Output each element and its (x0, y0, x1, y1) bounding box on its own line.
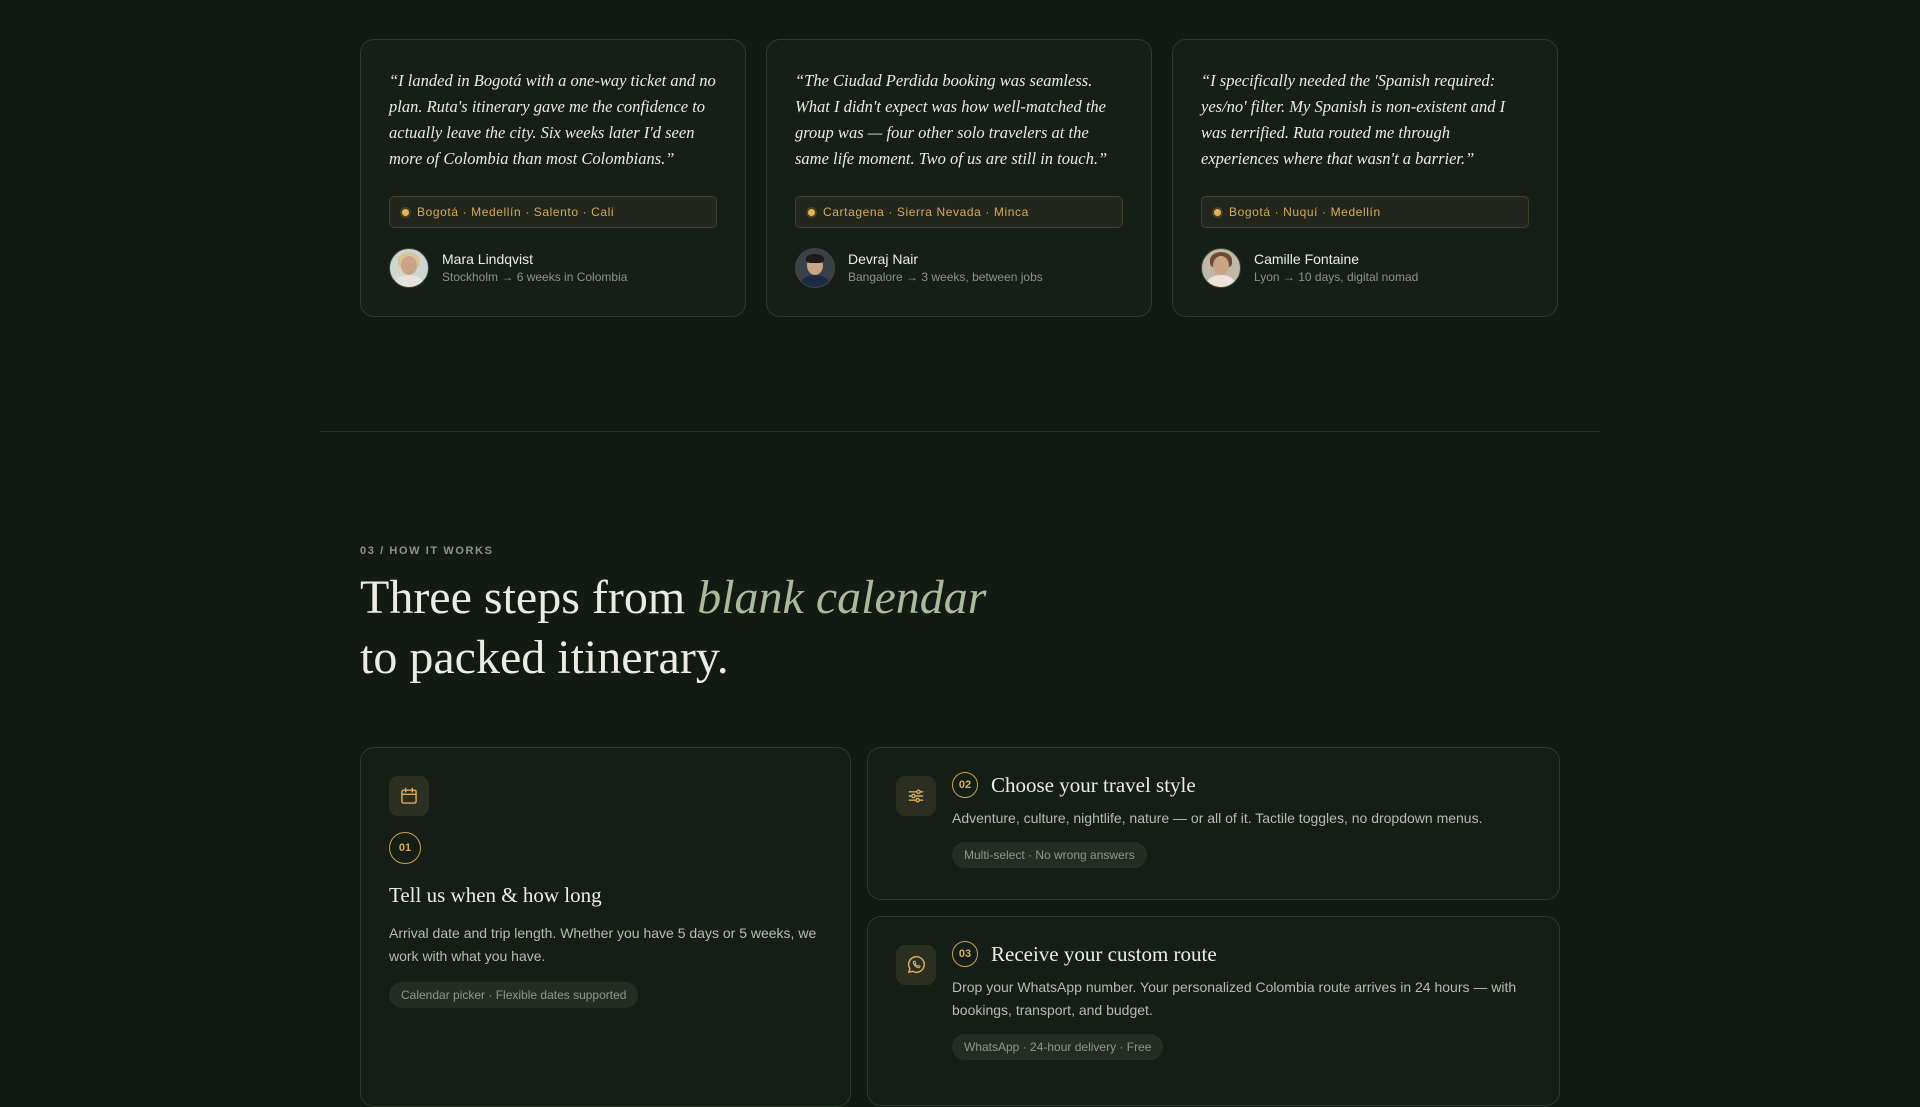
testimonial-quote: “I specifically needed the 'Spanish requ… (1201, 71, 1506, 168)
route-tag: Bogotá · Nuquí · Medellín (1201, 196, 1529, 228)
testimonial-quote: “The Ciudad Perdida booking was seamless… (795, 71, 1108, 168)
author-name: Devraj Nair (848, 251, 919, 267)
sliders-icon (896, 776, 936, 816)
section-divider (320, 431, 1600, 432)
headline-part: Three steps from (360, 571, 698, 624)
step-description: Adventure, culture, nightlife, nature — … (952, 810, 1483, 826)
route-dot-icon (402, 208, 409, 216)
testimonial-card: “I specifically needed the 'Spanish requ… (1172, 39, 1558, 317)
route-tag: Cartagena · Sierra Nevada · Minca (795, 196, 1123, 228)
step-card-2: 02 Choose your travel style Adventure, c… (867, 747, 1560, 900)
step-number: 02 (952, 772, 978, 798)
step-card-1: 01 Tell us when & how long Arrival date … (360, 747, 851, 1107)
step-description: Drop your WhatsApp number. Your personal… (952, 979, 1517, 1018)
whatsapp-icon (896, 945, 936, 985)
testimonial-card: “I landed in Bogotá with a one-way ticke… (360, 39, 746, 317)
testimonial-author: Devraj Nair Bangalore → 3 weeks, between… (795, 248, 1123, 288)
testimonial-author: Mara Lindqvist Stockholm → 6 weeks in Co… (389, 248, 717, 288)
avatar (1201, 248, 1241, 288)
step-number: 01 (389, 832, 421, 864)
route-text: Bogotá · Medellín · Salento · Cali (417, 205, 615, 219)
step-title: Receive your custom route (991, 941, 1217, 966)
testimonial-author: Camille Fontaine Lyon → 10 days, digital… (1201, 248, 1529, 288)
author-name: Mara Lindqvist (442, 251, 534, 267)
step-tag: Multi-select · No wrong answers (952, 842, 1147, 868)
route-text: Bogotá · Nuquí · Medellín (1229, 205, 1381, 219)
headline-emphasis: blank calendar (697, 571, 987, 624)
testimonials-row: “I landed in Bogotá with a one-way ticke… (360, 39, 1560, 317)
step-description: Arrival date and trip length. Whether yo… (389, 925, 817, 964)
step-number: 03 (952, 941, 978, 967)
author-name: Camille Fontaine (1254, 251, 1360, 267)
step-tag: Calendar picker · Flexible dates support… (389, 982, 639, 1008)
route-text: Cartagena · Sierra Nevada · Minca (823, 205, 1029, 219)
headline-part: to packed itinerary. (360, 631, 729, 684)
route-tag: Bogotá · Medellín · Salento · Cali (389, 196, 717, 228)
testimonial-quote: “I landed in Bogotá with a one-way ticke… (389, 71, 716, 168)
route-dot-icon (808, 208, 815, 216)
testimonial-card: “The Ciudad Perdida booking was seamless… (766, 39, 1152, 317)
calendar-icon (389, 776, 429, 816)
author-meta: Lyon → 10 days, digital nomad (1254, 270, 1419, 284)
route-dot-icon (1214, 208, 1221, 216)
step-card-3: 03 Receive your custom route Drop your W… (867, 916, 1560, 1106)
avatar (389, 248, 429, 288)
author-meta: Bangalore → 3 weeks, between jobs (848, 270, 1043, 284)
step-title: Tell us when & how long (389, 883, 602, 907)
avatar (795, 248, 835, 288)
author-meta: Stockholm → 6 weeks in Colombia (442, 270, 628, 284)
step-title: Choose your travel style (991, 772, 1196, 797)
step-tag: WhatsApp · 24-hour delivery · Free (952, 1034, 1164, 1060)
section-eyebrow: 03 / HOW IT WORKS (360, 545, 494, 557)
section-headline: Three steps from blank calendar to packe… (360, 568, 1000, 688)
